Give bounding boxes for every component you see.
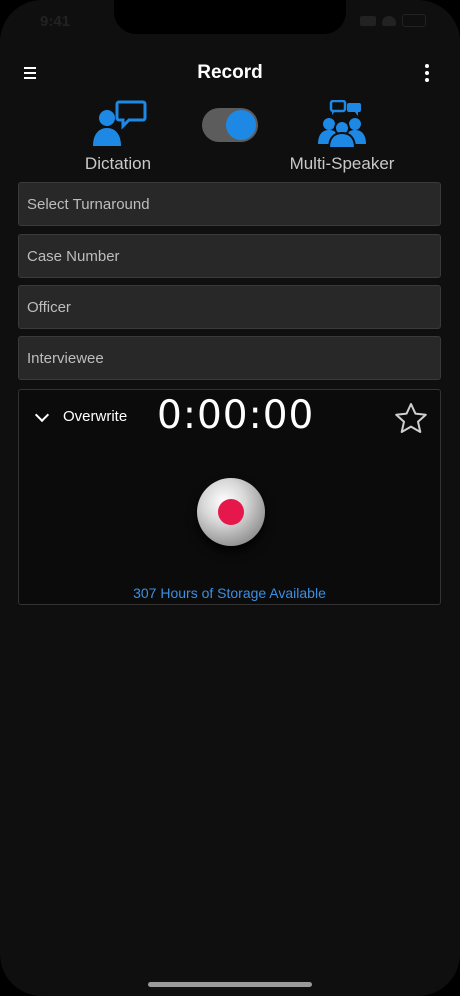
dictation-icon (93, 100, 147, 146)
record-dot-icon (218, 499, 244, 525)
chevron-down-icon (34, 407, 50, 422)
overwrite-label: Overwrite (63, 408, 128, 425)
recording-timer: 0:00:00 (157, 393, 315, 438)
dictation-mode-option[interactable]: Dictation (38, 100, 198, 174)
multi-speaker-mode-option[interactable]: Multi-Speaker (262, 100, 422, 174)
home-indicator[interactable] (148, 982, 312, 987)
mode-toggle[interactable] (202, 108, 258, 142)
dictation-label: Dictation (84, 154, 152, 173)
status-icons (360, 14, 426, 27)
signal-icon (360, 15, 376, 26)
more-options-icon[interactable] (424, 64, 430, 84)
notch (114, 0, 346, 34)
toggle-knob (226, 110, 256, 140)
page-title: Record (197, 62, 263, 83)
multi-speaker-label: Multi-Speaker (289, 154, 395, 173)
interviewee-field[interactable] (18, 336, 441, 380)
status-time: 9:41 (40, 13, 71, 30)
case-number-field[interactable] (18, 234, 441, 278)
multi-speaker-icon (318, 100, 366, 148)
recorder-panel: Overwrite 0:00:00 307 Hours of Storage A… (18, 389, 441, 605)
turnaround-select-label: Select Turnaround (27, 195, 150, 213)
battery-icon (402, 14, 426, 27)
overwrite-dropdown[interactable]: Overwrite (33, 407, 128, 425)
storage-available-text: 307 Hours of Storage Available (133, 585, 326, 601)
wifi-icon (382, 15, 396, 26)
app-screen: 9:41 Record Dictation Multi-Speaker Sele… (0, 0, 460, 996)
record-button[interactable] (197, 478, 265, 546)
header: Record (0, 58, 460, 90)
star-icon[interactable] (394, 402, 428, 436)
officer-field[interactable] (18, 285, 441, 329)
turnaround-select[interactable]: Select Turnaround (18, 182, 441, 226)
